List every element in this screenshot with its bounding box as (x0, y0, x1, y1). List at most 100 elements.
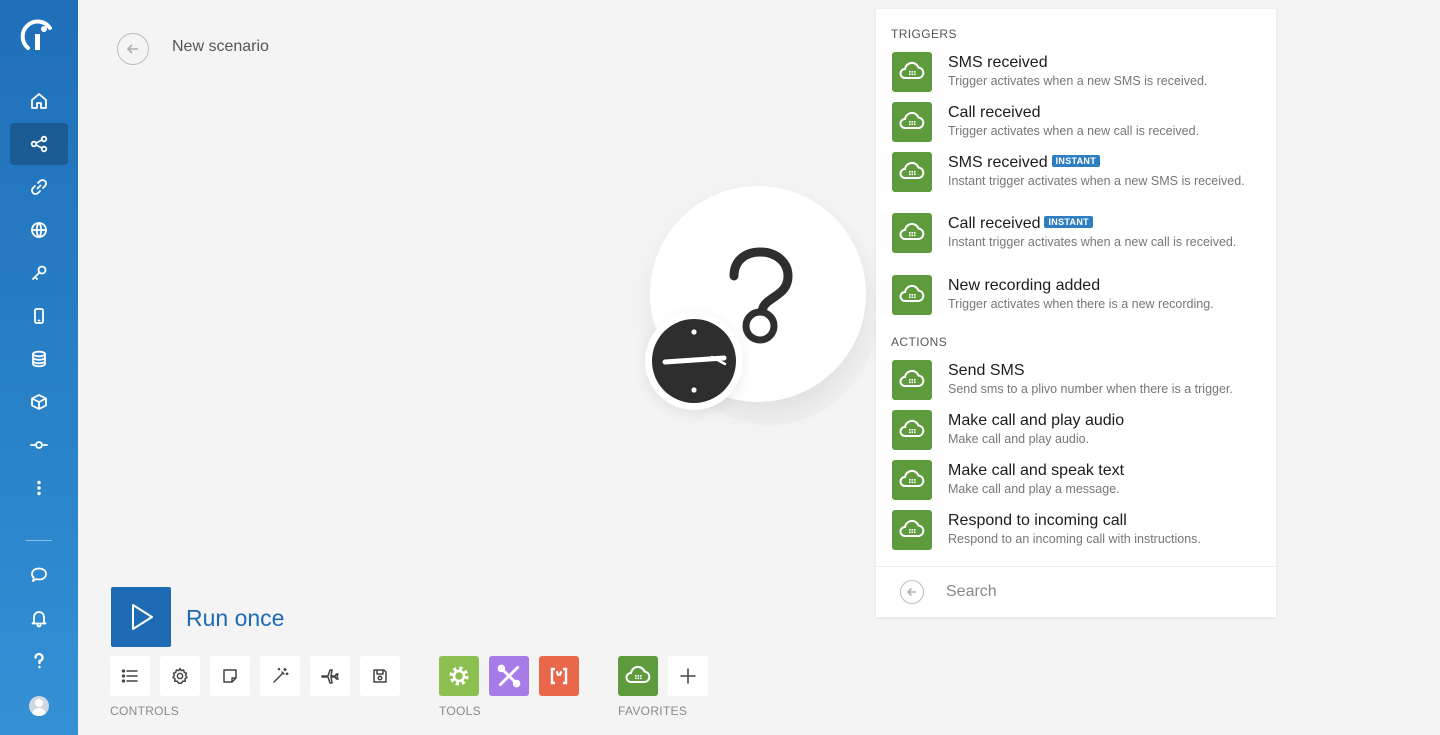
run-once-label[interactable]: Run once (186, 605, 284, 632)
scenario-title[interactable]: New scenario (172, 38, 269, 56)
module-title-text: Respond to incoming call (948, 512, 1127, 529)
avatar[interactable] (29, 696, 49, 716)
save-button[interactable] (360, 656, 400, 696)
plivo-cloud-icon (899, 111, 925, 129)
favorite-plivo-button[interactable] (618, 656, 658, 696)
auto-align-button[interactable] (260, 656, 300, 696)
sidebar-item-home[interactable] (10, 80, 68, 122)
sidebar-item-keys[interactable] (10, 252, 68, 294)
module-title-text: New recording added (948, 277, 1101, 294)
module-description: Trigger activates when there is a new re… (948, 297, 1214, 311)
sidebar-item-data-stores[interactable] (10, 338, 68, 380)
module-picker-panel: TRIGGERS SMS received Trigger activates w… (876, 9, 1276, 617)
sidebar-item-templates[interactable] (10, 424, 68, 466)
module-description: Send sms to a plivo number when there is… (948, 382, 1233, 396)
help-icon (34, 652, 44, 669)
tools-gear-button[interactable] (439, 656, 479, 696)
app-logo-icon[interactable] (20, 18, 58, 56)
module-description: Make call and play a message. (948, 482, 1120, 496)
controls-group-label: CONTROLS (110, 704, 180, 718)
airplane-icon (321, 669, 339, 684)
commit-icon (30, 441, 48, 449)
magic-wand-icon (273, 667, 289, 683)
sidebar-item-more[interactable] (10, 467, 68, 509)
plivo-module-icon (892, 102, 932, 142)
plivo-cloud-icon (899, 519, 925, 537)
home-icon (31, 93, 47, 109)
brackets-icon (550, 667, 568, 685)
module-description: Trigger activates when a new SMS is rece… (948, 74, 1208, 88)
mobile-icon (34, 308, 44, 324)
chat-icon (31, 567, 47, 582)
share-icon (30, 135, 48, 153)
search-input[interactable] (946, 580, 1256, 604)
notes-button[interactable] (210, 656, 250, 696)
plivo-module-icon (892, 510, 932, 550)
plus-icon (680, 668, 696, 684)
favorites-group-label: FAVORITES (618, 704, 688, 718)
flow-button[interactable] (310, 656, 350, 696)
plivo-module-icon (892, 360, 932, 400)
add-favorite-button[interactable] (668, 656, 708, 696)
gear-icon (449, 666, 469, 686)
tools-group-label: TOOLS (439, 704, 481, 718)
search-back-button[interactable] (900, 580, 924, 604)
database-icon (32, 350, 46, 368)
sidebar-item-webhooks[interactable] (10, 209, 68, 251)
sidebar-item-help[interactable] (10, 640, 68, 682)
module-title: Make call and speak text (948, 462, 1124, 480)
text-parser-button[interactable] (539, 656, 579, 696)
module-title-text: Send SMS (948, 362, 1025, 379)
plivo-cloud-icon (899, 369, 925, 387)
module-title-text: Call received (948, 104, 1041, 121)
plivo-cloud-icon (899, 284, 925, 302)
sidebar-item-notifications[interactable] (10, 597, 68, 639)
module-title: Make call and play audio (948, 412, 1124, 430)
module-description: Respond to an incoming call with instruc… (948, 532, 1201, 546)
globe-icon (31, 222, 47, 238)
module-description: Trigger activates when a new call is rec… (948, 124, 1200, 138)
plivo-cloud-icon (899, 419, 925, 437)
plivo-module-icon (892, 410, 932, 450)
plivo-module-icon (892, 275, 932, 315)
settings-button[interactable] (160, 656, 200, 696)
plivo-cloud-icon (899, 161, 925, 179)
sidebar-item-scenarios[interactable] (10, 123, 68, 165)
module-title: New recording added (948, 277, 1100, 295)
play-icon (132, 604, 153, 630)
plivo-module-icon (892, 460, 932, 500)
list-icon (121, 669, 138, 683)
plivo-module-icon (892, 152, 932, 192)
instant-badge: INSTANT (1051, 155, 1101, 167)
sidebar-item-data-structures[interactable] (10, 381, 68, 423)
back-button[interactable] (117, 33, 149, 65)
module-description: Instant trigger activates when a new cal… (948, 235, 1237, 249)
arrow-left-icon (126, 44, 138, 54)
module-clock-badge (645, 312, 743, 410)
plivo-cloud-icon (625, 665, 651, 683)
triggers-section-label: TRIGGERS (891, 27, 957, 41)
run-once-button[interactable] (111, 587, 171, 647)
note-icon (223, 669, 237, 683)
sidebar (0, 0, 78, 735)
tools-icon (497, 664, 521, 688)
clock-icon (652, 319, 736, 403)
module-title-text: Make call and play audio (948, 412, 1125, 429)
sidebar-divider (26, 540, 52, 541)
key-icon (32, 265, 47, 280)
sidebar-item-devices[interactable] (10, 295, 68, 337)
more-icon (37, 480, 41, 496)
actions-section-label: ACTIONS (891, 335, 948, 349)
module-title-text: Make call and speak text (948, 462, 1125, 479)
sidebar-item-connections[interactable] (10, 166, 68, 208)
scheduling-button[interactable] (110, 656, 150, 696)
gear-icon (172, 667, 188, 685)
instant-badge: INSTANT (1044, 216, 1093, 228)
module-title: Respond to incoming call (948, 512, 1127, 530)
sidebar-item-chat[interactable] (10, 554, 68, 596)
arrow-left-icon (906, 587, 916, 597)
module-description: Instant trigger activates when a new SMS… (948, 174, 1245, 188)
bell-icon (31, 611, 47, 628)
save-icon (373, 669, 387, 683)
flow-control-button[interactable] (489, 656, 529, 696)
